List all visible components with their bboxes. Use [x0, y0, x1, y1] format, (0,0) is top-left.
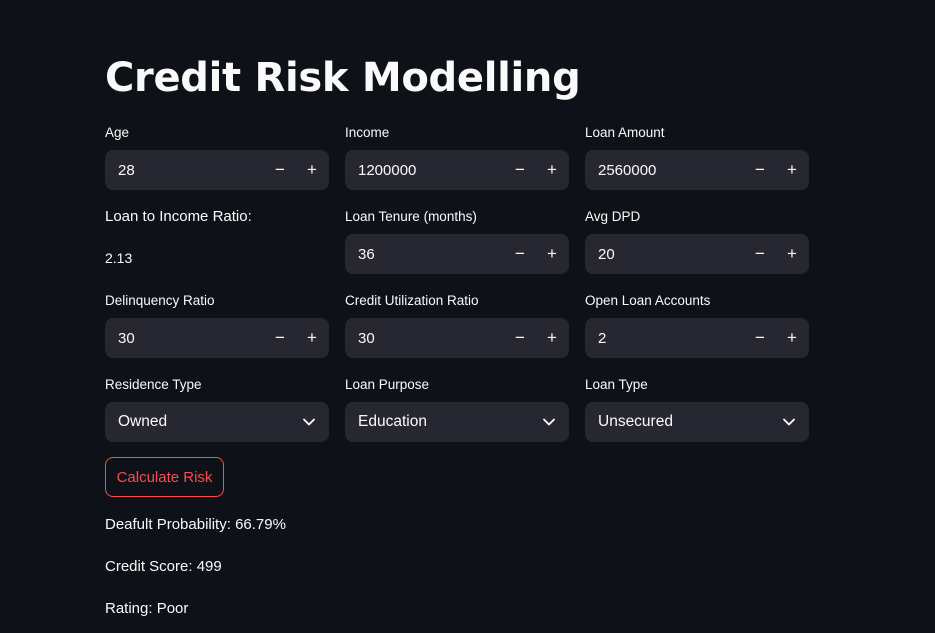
- residence-type-value[interactable]: Owned: [105, 413, 289, 431]
- delinquency-ratio-value[interactable]: 30: [105, 330, 264, 347]
- age-value[interactable]: 28: [105, 162, 264, 179]
- avg-dpd-decrement-button[interactable]: −: [744, 234, 776, 274]
- income-field: Income 1200000 − +: [345, 124, 569, 190]
- avg-dpd-field: Avg DPD 20 − +: [585, 208, 809, 274]
- loan-purpose-select[interactable]: Education: [345, 402, 569, 442]
- open-loan-accounts-value[interactable]: 2: [585, 330, 744, 347]
- default-probability-text: Deafult Probability: 66.79%: [105, 516, 286, 533]
- loan-to-income-value: 2.13: [105, 250, 133, 266]
- chevron-down-icon[interactable]: [289, 402, 329, 442]
- loan-tenure-value[interactable]: 36: [345, 246, 504, 263]
- avg-dpd-input[interactable]: 20 − +: [585, 234, 809, 274]
- credit-utilization-field: Credit Utilization Ratio 30 − +: [345, 292, 569, 358]
- loan-amount-input[interactable]: 2560000 − +: [585, 150, 809, 190]
- income-label: Income: [345, 125, 390, 140]
- open-loan-accounts-input[interactable]: 2 − +: [585, 318, 809, 358]
- credit-score-text: Credit Score: 499: [105, 558, 222, 575]
- chevron-down-icon[interactable]: [769, 402, 809, 442]
- credit-utilization-increment-button[interactable]: +: [536, 318, 568, 358]
- loan-tenure-field: Loan Tenure (months) 36 − +: [345, 208, 569, 274]
- delinquency-ratio-field: Delinquency Ratio 30 − +: [105, 292, 329, 358]
- calculate-risk-button[interactable]: Calculate Risk: [105, 457, 224, 497]
- loan-type-value[interactable]: Unsecured: [585, 413, 769, 431]
- loan-type-label: Loan Type: [585, 377, 648, 392]
- loan-amount-label: Loan Amount: [585, 125, 665, 140]
- loan-tenure-label: Loan Tenure (months): [345, 209, 477, 224]
- delinquency-ratio-decrement-button[interactable]: −: [264, 318, 296, 358]
- loan-tenure-increment-button[interactable]: +: [536, 234, 568, 274]
- credit-utilization-input[interactable]: 30 − +: [345, 318, 569, 358]
- loan-amount-decrement-button[interactable]: −: [744, 150, 776, 190]
- open-loan-accounts-label: Open Loan Accounts: [585, 293, 711, 308]
- income-decrement-button[interactable]: −: [504, 150, 536, 190]
- credit-utilization-decrement-button[interactable]: −: [504, 318, 536, 358]
- loan-purpose-label: Loan Purpose: [345, 377, 430, 392]
- residence-type-field: Residence Type Owned: [105, 376, 329, 442]
- loan-type-select[interactable]: Unsecured: [585, 402, 809, 442]
- rating-text: Rating: Poor: [105, 600, 189, 617]
- chevron-down-icon[interactable]: [529, 402, 569, 442]
- loan-tenure-decrement-button[interactable]: −: [504, 234, 536, 274]
- residence-type-select[interactable]: Owned: [105, 402, 329, 442]
- credit-utilization-value[interactable]: 30: [345, 330, 504, 347]
- loan-amount-increment-button[interactable]: +: [776, 150, 808, 190]
- avg-dpd-label: Avg DPD: [585, 209, 641, 224]
- income-input[interactable]: 1200000 − +: [345, 150, 569, 190]
- loan-amount-field: Loan Amount 2560000 − +: [585, 124, 809, 190]
- age-field: Age 28 − +: [105, 124, 329, 190]
- income-increment-button[interactable]: +: [536, 150, 568, 190]
- loan-to-income-label: Loan to Income Ratio:: [105, 208, 252, 225]
- credit-utilization-label: Credit Utilization Ratio: [345, 293, 479, 308]
- open-loan-accounts-increment-button[interactable]: +: [776, 318, 808, 358]
- avg-dpd-value[interactable]: 20: [585, 246, 744, 263]
- delinquency-ratio-label: Delinquency Ratio: [105, 293, 215, 308]
- residence-type-label: Residence Type: [105, 377, 202, 392]
- age-increment-button[interactable]: +: [296, 150, 328, 190]
- loan-amount-value[interactable]: 2560000: [585, 162, 744, 179]
- loan-purpose-value[interactable]: Education: [345, 413, 529, 431]
- loan-type-field: Loan Type Unsecured: [585, 376, 809, 442]
- delinquency-ratio-increment-button[interactable]: +: [296, 318, 328, 358]
- loan-tenure-input[interactable]: 36 − +: [345, 234, 569, 274]
- avg-dpd-increment-button[interactable]: +: [776, 234, 808, 274]
- age-input[interactable]: 28 − +: [105, 150, 329, 190]
- open-loan-accounts-field: Open Loan Accounts 2 − +: [585, 292, 809, 358]
- loan-purpose-field: Loan Purpose Education: [345, 376, 569, 442]
- age-decrement-button[interactable]: −: [264, 150, 296, 190]
- income-value[interactable]: 1200000: [345, 162, 504, 179]
- delinquency-ratio-input[interactable]: 30 − +: [105, 318, 329, 358]
- age-label: Age: [105, 125, 130, 140]
- page-title: Credit Risk Modelling: [105, 55, 581, 101]
- open-loan-accounts-decrement-button[interactable]: −: [744, 318, 776, 358]
- app-page: Credit Risk Modelling Age 28 − + Income …: [0, 0, 935, 633]
